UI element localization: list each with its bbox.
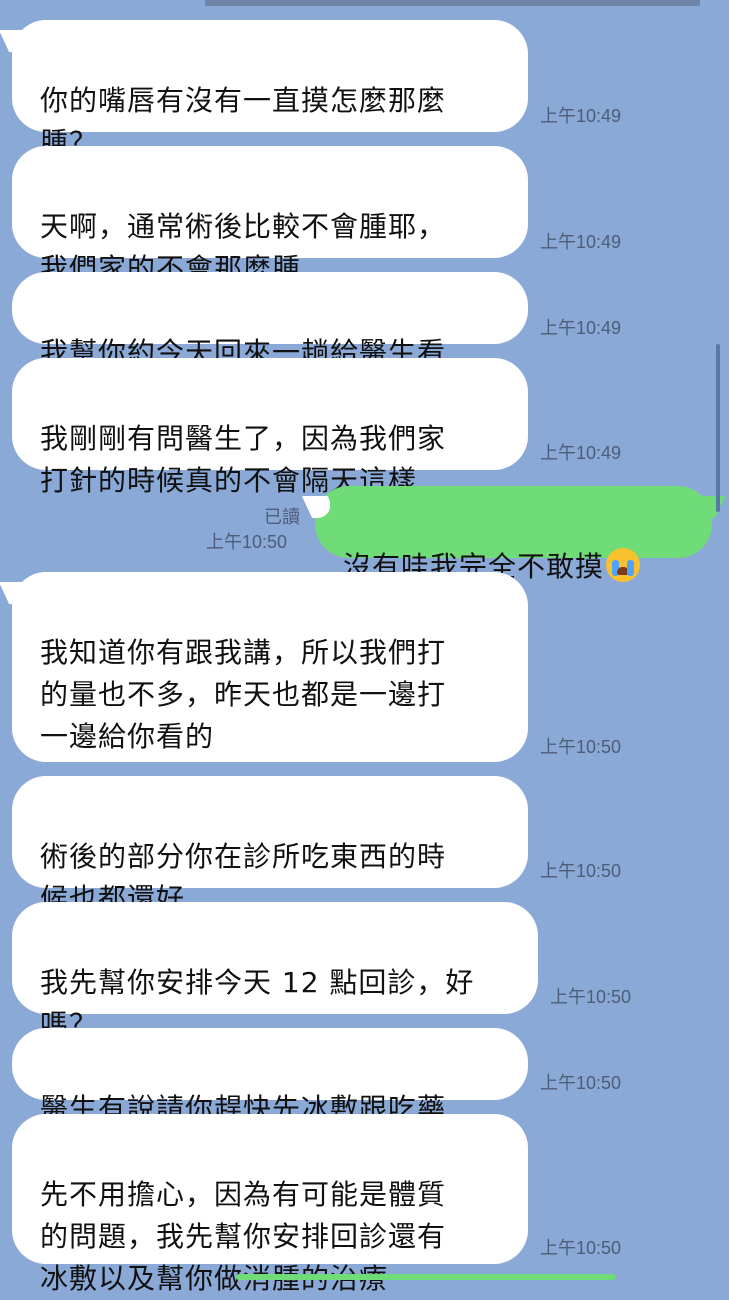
message-bubble-incoming[interactable]: 術後的部分你在診所吃東西的時 候也都還好 [12,776,528,915]
message-time: 上午10:50 [540,737,622,757]
message-time: 上午10:50 [540,1073,622,1093]
message-time: 上午10:50 [540,861,622,881]
message-bubble-incoming[interactable]: 天啊，通常術後比較不會腫耶， 我們家的不會那麼腫 [12,146,528,285]
message-time: 上午10:50 [540,1238,622,1258]
message-time: 上午10:49 [540,318,622,338]
message-time: 上午10:50 [206,532,288,552]
crying-face-icon [606,548,641,582]
message-bubble-incoming[interactable]: 我知道你有跟我講，所以我們打 的量也不多，昨天也都是一邊打 一邊給你看的 [12,572,528,762]
message-bubble-incoming[interactable]: 我剛剛有問醫生了，因為我們家 打針的時候真的不會隔天這樣 [12,358,528,497]
message-text: 我知道你有跟我講，所以我們打 的量也不多，昨天也都是一邊打 一邊給你看的 [40,636,447,753]
message-bubble-incoming[interactable]: 我幫你約今天回來一趟給醫生看 [12,272,528,369]
message-bubble-incoming[interactable]: 先不用擔心，因為有可能是體質 的問題，我先幫你安排回診還有 冰敷以及幫你做消腫的… [12,1114,528,1295]
message-bubble-outgoing[interactable]: 沒有哇我完全不敢摸 [315,486,712,583]
message-bubble-incoming[interactable]: 你的嘴唇有沒有一直摸怎麼那麼 腫？ [12,20,528,159]
top-image-strip [205,0,700,6]
message-bubble-incoming[interactable]: 我先幫你安排今天 12 點回診，好 嗎？ [12,902,538,1041]
read-receipt: 已讀 [264,507,300,528]
message-time: 上午10:49 [540,106,622,126]
partial-next-bubble [236,1274,616,1280]
message-time: 上午10:49 [540,443,622,463]
message-time: 上午10:50 [550,987,632,1007]
message-bubble-incoming[interactable]: 醫生有說請你趕快先冰敷跟吃藥 [12,1028,528,1125]
scrollbar[interactable] [716,344,720,512]
message-time: 上午10:49 [540,232,622,252]
